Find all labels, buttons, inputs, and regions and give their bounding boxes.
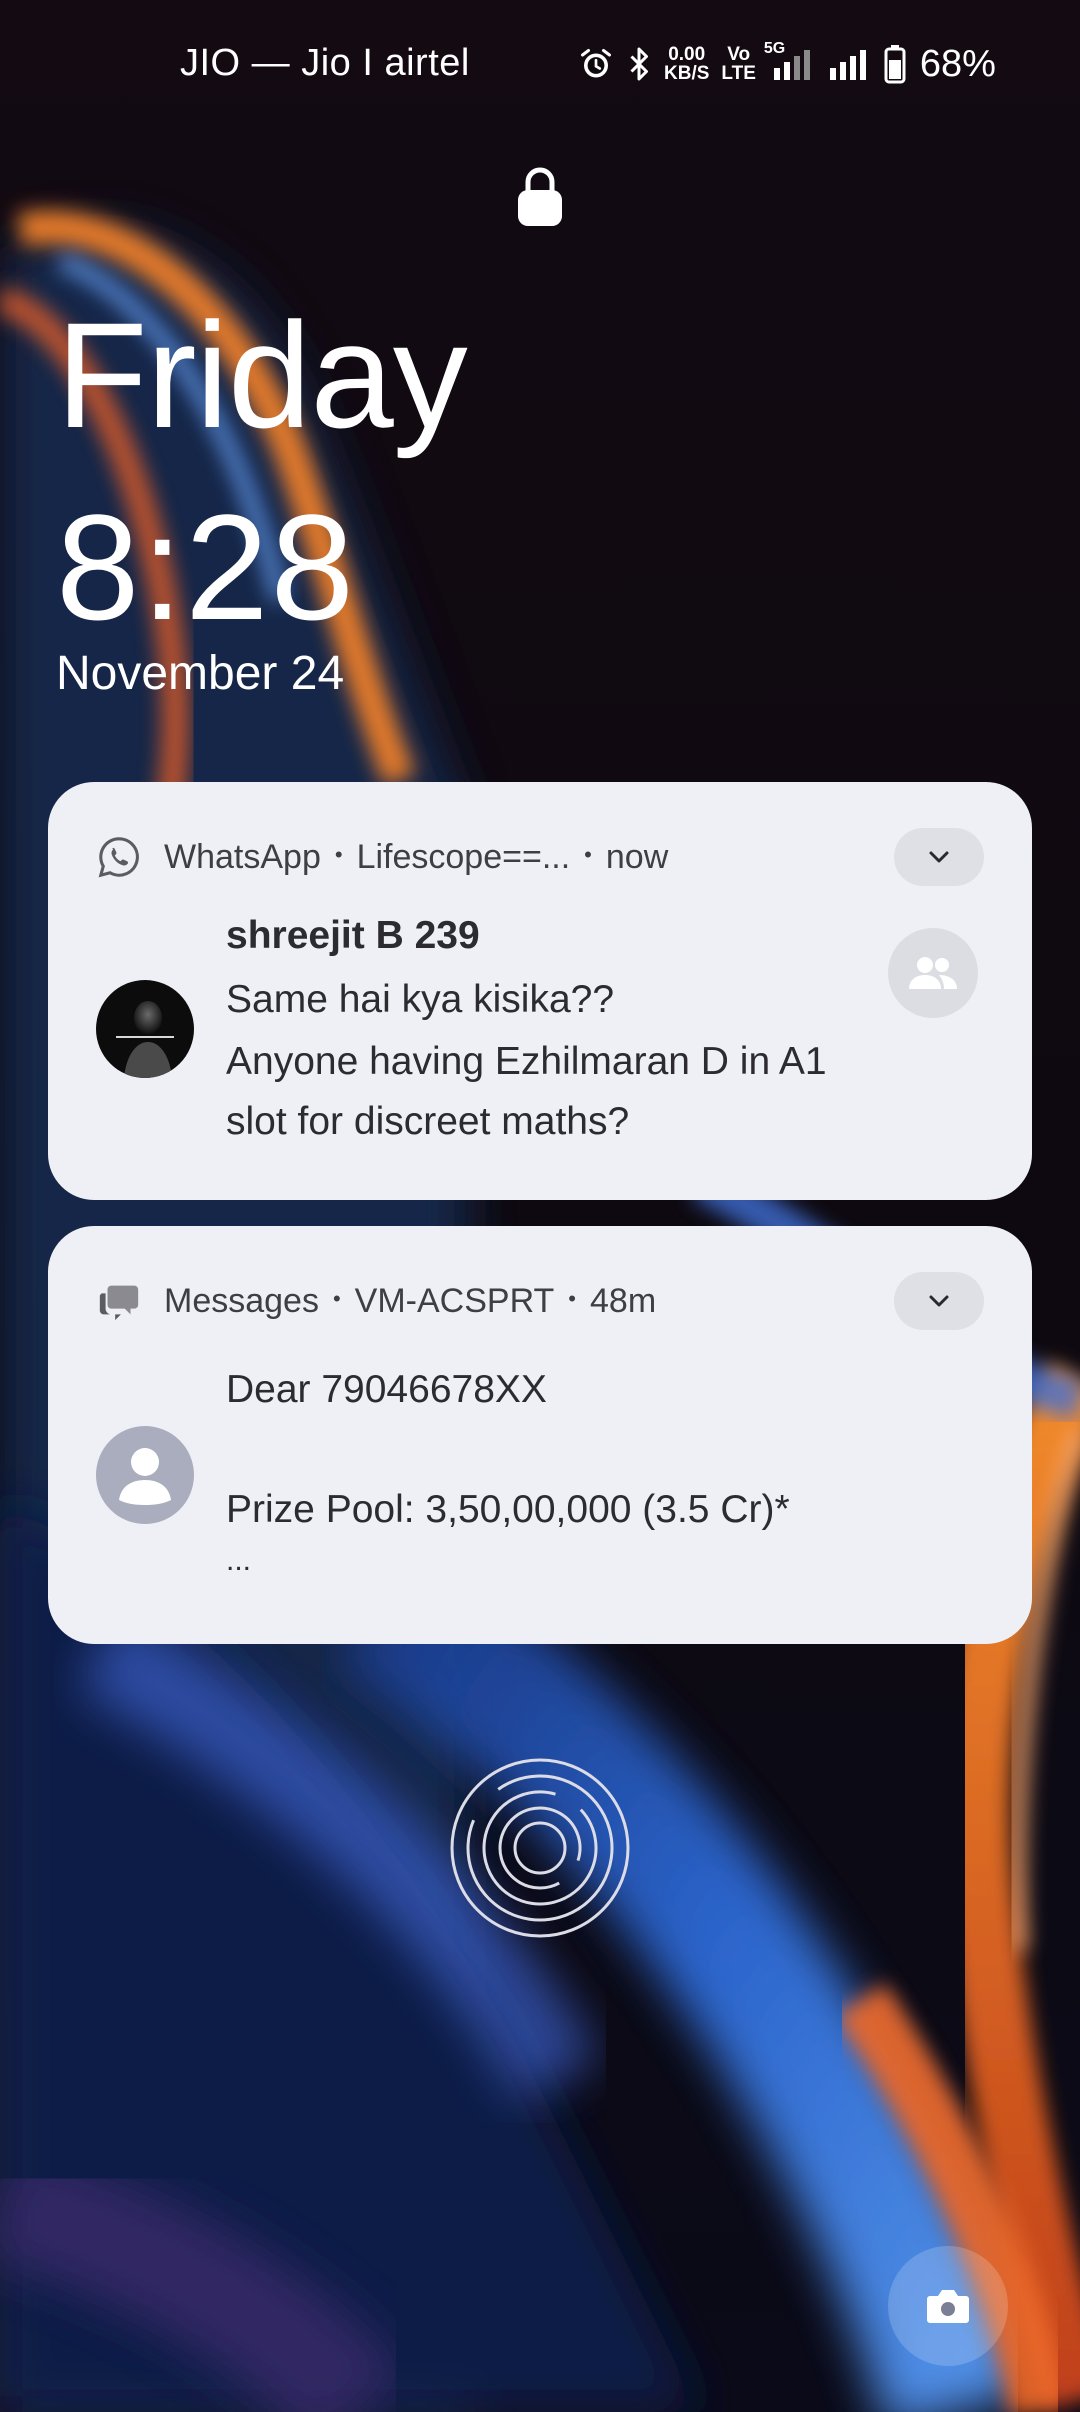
camera-button[interactable] [888, 2246, 1008, 2366]
lock-icon[interactable] [516, 164, 564, 228]
battery-percent: 68% [919, 42, 996, 85]
messages-icon [96, 1278, 142, 1324]
clock-time: 8:28 [56, 483, 356, 651]
chevron-down-icon [929, 851, 949, 863]
expand-button[interactable] [894, 828, 984, 886]
notification-sender: VM-ACSPRT [354, 1281, 555, 1320]
notification-line: ... [226, 1544, 252, 1577]
notification-line: Prize Pool: 3,50,00,000 (3.5 Cr)* [226, 1488, 790, 1531]
notification-app-name: WhatsApp [164, 837, 321, 876]
alarm-icon [578, 46, 614, 82]
notification-group-name: Lifescope==... [356, 837, 571, 876]
signal-icon: 5G [764, 40, 814, 82]
person-icon [96, 1426, 194, 1524]
carrier-name: JIO — Jio I airtel [180, 42, 470, 84]
volte-bottom: LTE [721, 63, 756, 84]
network-type: 5G [763, 40, 786, 57]
volte-top: Vo [727, 44, 751, 65]
status-icons: 0.00 KB/S Vo LTE 5G 68% [578, 34, 996, 94]
whatsapp-notification[interactable]: WhatsApp • Lifescope==... • now shreejit… [48, 782, 1032, 1200]
status-bar: JIO — Jio I airtel 0.00 KB/S Vo LTE 5G 68% [0, 28, 1080, 100]
net-speed-unit: KB/S [664, 63, 710, 84]
messages-notification[interactable]: Messages • VM-ACSPRT • 48m Dear 79046678… [48, 1226, 1032, 1644]
notification-header: Messages • VM-ACSPRT • 48m [96, 1278, 656, 1324]
expand-button[interactable] [894, 1272, 984, 1330]
net-speed-value: 0.00 [668, 44, 706, 65]
avatar [96, 980, 194, 1078]
separator-dot: • [568, 1286, 576, 1311]
notification-time: now [605, 837, 669, 876]
clock-date: November 24 [56, 647, 345, 700]
network-speed: 0.00 KB/S [664, 45, 709, 83]
signal-icon-2 [826, 46, 872, 82]
chevron-down-icon [929, 1295, 949, 1307]
notification-header: WhatsApp • Lifescope==... • now [96, 834, 668, 880]
separator-dot: • [334, 842, 343, 867]
fingerprint-icon[interactable] [448, 1756, 632, 1940]
notification-line: Dear 79046678XX [226, 1368, 547, 1411]
bluetooth-icon [626, 46, 652, 82]
battery-icon [884, 44, 906, 84]
volte-indicator: Vo LTE [721, 45, 755, 83]
notification-app-name: Messages [164, 1281, 319, 1320]
clock-day: Friday [56, 291, 468, 459]
separator-dot: • [584, 842, 592, 867]
camera-icon [927, 2290, 969, 2323]
notification-title: shreejit B 239 [226, 914, 480, 957]
whatsapp-icon [96, 834, 142, 880]
notification-line: Anyone having Ezhilmaran D in A1 [226, 1040, 827, 1083]
notification-time: 48m [590, 1281, 657, 1320]
separator-dot: • [332, 1286, 341, 1311]
group-icon [888, 928, 978, 1018]
notification-line: slot for discreet maths? [226, 1100, 630, 1143]
notification-line: Same hai kya kisika?? [226, 978, 615, 1021]
